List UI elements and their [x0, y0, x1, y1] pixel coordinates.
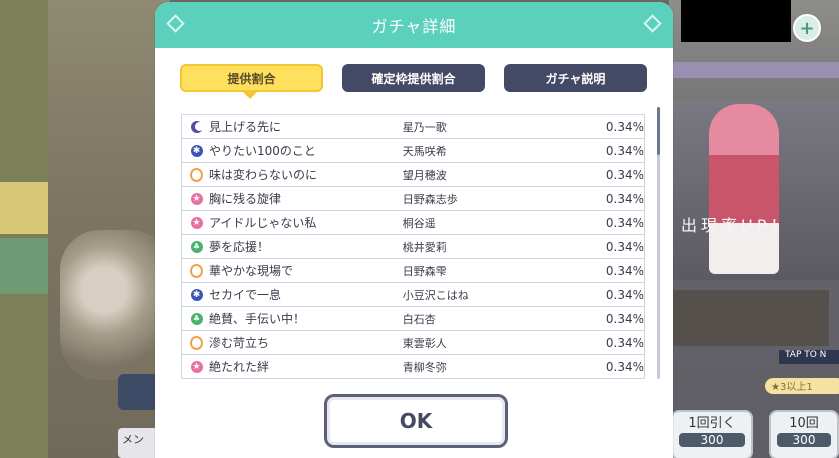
rate-value: 0.34%: [605, 215, 644, 230]
snowflake-icon: ✱: [190, 144, 203, 157]
moon-icon: [190, 120, 204, 133]
rate-value: 0.34%: [605, 335, 644, 350]
dialog-header: ガチャ詳細: [155, 2, 673, 48]
rate-row: ♣ 夢を応援！ 桃井愛莉 0.34%: [181, 235, 645, 259]
rate-value: 0.34%: [605, 311, 644, 326]
card-title: 絶賛、手伝い中！: [209, 312, 306, 326]
card-title: 絶たれた絆: [209, 360, 270, 374]
plus-icon: +: [793, 14, 821, 42]
card-title: 滲む苛立ち: [209, 336, 270, 350]
member-name: 桃井愛莉: [402, 240, 447, 254]
background-flowers: [60, 230, 170, 380]
card-title: アイドルじゃない私: [209, 216, 317, 230]
card-title: 胸に残る旋律: [209, 192, 282, 206]
member-name: 青柳冬弥: [402, 360, 447, 374]
dialog-title: ガチャ詳細: [371, 17, 457, 36]
rate-row: ✱ セカイで一息 小豆沢こはね 0.34%: [181, 283, 645, 307]
rate-row: ♣ 絶賛、手伝い中！ 白石杏 0.34%: [181, 307, 645, 331]
tab-bar: 提供割合 確定枠提供割合 ガチャ説明: [180, 64, 650, 99]
pull-single-button: 1回引く 300: [671, 410, 753, 458]
diamond-icon: [643, 14, 662, 33]
member-name: 天馬咲希: [402, 144, 447, 158]
card-title: セカイで一息: [209, 288, 282, 302]
background-bonus-strip: [669, 62, 839, 78]
card-title: 味は変わらないのに: [209, 168, 318, 182]
rate-value: 0.34%: [605, 263, 644, 278]
scrollbar[interactable]: [657, 107, 660, 379]
tab-guaranteed-rates[interactable]: 確定枠提供割合: [342, 64, 485, 92]
star-icon: ★: [190, 216, 203, 229]
rate-row: 見上げる先に 星乃一歌 0.34%: [181, 115, 645, 139]
star-icon: ★: [190, 192, 203, 205]
member-name: 星乃一歌: [402, 120, 447, 134]
sprout-icon: ♣: [190, 312, 203, 325]
member-name: 小豆沢こはね: [402, 288, 469, 302]
rate-value: 0.34%: [605, 143, 644, 158]
rate-row: ★ アイドルじゃない私 桐谷遥 0.34%: [181, 211, 645, 235]
tab-rates[interactable]: 提供割合: [180, 64, 323, 99]
member-name: 東雲彰人: [402, 336, 447, 350]
heart-icon: [190, 167, 203, 182]
heart-icon: [190, 335, 203, 350]
diamond-icon: [166, 14, 185, 33]
member-name: 桐谷遥: [402, 216, 436, 230]
rate-row: 滲む苛立ち 東雲彰人 0.34%: [181, 331, 645, 355]
heart-icon: [190, 263, 203, 278]
scrollbar-thumb[interactable]: [657, 107, 660, 155]
card-title: 夢を応援！: [209, 240, 270, 254]
rate-value: 0.34%: [605, 239, 644, 254]
redacted-box: [681, 0, 791, 42]
rate-value: 0.34%: [605, 359, 644, 374]
pull-ten-cost: 300: [777, 433, 831, 447]
card-title: やりたい100のこと: [209, 144, 316, 158]
member-name: 白石杏: [402, 312, 436, 326]
rate-row: ★ 胸に残る旋律 日野森志歩 0.34%: [181, 187, 645, 211]
rate-value: 0.34%: [605, 119, 644, 134]
card-title: 華やかな現場で: [209, 264, 294, 278]
rate-value: 0.34%: [605, 287, 644, 302]
card-title: 見上げる先に: [209, 120, 282, 134]
pull-ten-button: 10回 300: [769, 410, 839, 458]
star-badge: ★3以上1: [765, 378, 839, 394]
background-character: [709, 104, 779, 274]
background-gacha-banner: [0, 238, 48, 294]
member-name: 日野森志歩: [402, 192, 458, 206]
snowflake-icon: ✱: [190, 288, 203, 301]
background-left-panel: メン: [0, 0, 178, 458]
background-banner: [0, 182, 48, 234]
menu-label: メン: [122, 433, 144, 446]
rate-value: 0.34%: [605, 167, 644, 182]
rate-row: ✱ やりたい100のこと 天馬咲希 0.34%: [181, 139, 645, 163]
rate-row: 味は変わらないのに 望月穂波 0.34%: [181, 163, 645, 187]
rate-value: 0.34%: [605, 191, 644, 206]
member-name: 日野森雫: [402, 264, 447, 278]
pull-single-cost: 300: [679, 433, 745, 447]
tap-label: TAP TO N: [779, 350, 839, 364]
gacha-details-dialog: ガチャ詳細 提供割合 確定枠提供割合 ガチャ説明 見上げる先に 星乃一歌 0.34%…: [155, 2, 673, 458]
ok-button[interactable]: OK: [324, 394, 508, 448]
member-name: 望月穂波: [402, 168, 447, 182]
rate-row: 華やかな現場で 日野森雫 0.34%: [181, 259, 645, 283]
rate-up-text: 出現率UP！: [681, 216, 791, 235]
sprout-icon: ♣: [190, 240, 203, 253]
rate-row: ★ 絶たれた絆 青柳冬弥 0.34%: [181, 355, 645, 379]
tab-gacha-description[interactable]: ガチャ説明: [504, 64, 647, 92]
rate-list[interactable]: 見上げる先に 星乃一歌 0.34% ✱ やりたい100のこと 天馬咲希 0.34% 味は変わら…: [181, 114, 645, 379]
pull-ten-label: 10回: [789, 416, 819, 431]
background-costume: [669, 290, 829, 346]
pull-single-label: 1回引く: [688, 416, 736, 431]
background-right-panel: + 出現率UP！ TAP TO N ★3以上1 1回引く 300 10回 300: [669, 0, 839, 458]
star-icon: ★: [190, 360, 203, 373]
